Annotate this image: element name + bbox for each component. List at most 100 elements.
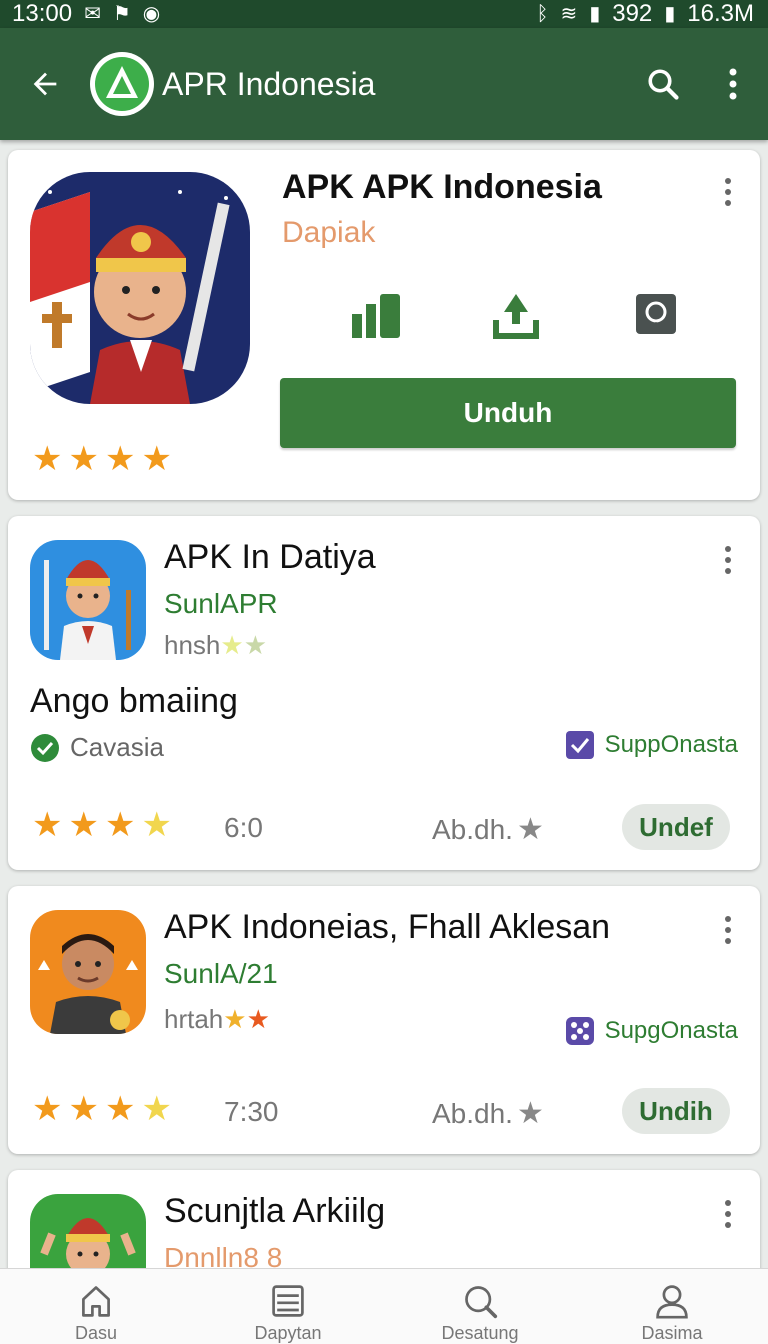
search-icon [648, 69, 679, 100]
featured-app-developer[interactable]: Dapiak [282, 216, 375, 250]
checkbox-icon [565, 731, 594, 759]
wifi-icon: ≋ [560, 3, 578, 25]
app-bar: APR Indonesia [0, 28, 768, 140]
app-action-button[interactable]: Undih [622, 1088, 730, 1134]
app-notification-icon: ◉ [142, 3, 161, 25]
featured-more-button[interactable] [720, 174, 736, 210]
featured-app-title: APK APK Indonesia [282, 168, 602, 206]
dice-icon [565, 1017, 594, 1045]
app-card[interactable]: APK In Datiya SunlAPR hnsh ★ ★ Ango bmaii… [8, 516, 760, 870]
star-icon: ★ [246, 1004, 270, 1034]
nav-label: Dasu [74, 1323, 118, 1343]
star-icon: ★ [220, 630, 244, 660]
install-button[interactable]: Unduh [280, 378, 736, 448]
app-card[interactable]: Scunjtla Arkiilg Dnnlln8 8 [8, 1170, 760, 1268]
app-icon [30, 910, 146, 1034]
search-icon [465, 1286, 498, 1319]
featured-app-card[interactable]: ★ ★ ★ ★ APK APK Indonesia Dapiak Unduh [8, 150, 760, 500]
star-icon: ★ [141, 440, 172, 478]
nav-item-home[interactable]: Dasu [0, 1269, 192, 1344]
star-icon: ★ [32, 806, 63, 844]
support-badge[interactable]: SupgOnasta [565, 1016, 738, 1046]
app-more-button[interactable] [720, 912, 736, 948]
app-size: Ab.dh. ★ [432, 1096, 544, 1131]
nav-label: Dasima [641, 1323, 703, 1343]
app-title: APR Indonesia [162, 65, 376, 102]
app-size-text: Ab.dh. [432, 813, 513, 845]
support-badge[interactable]: SuppOnasta [565, 730, 738, 760]
featured-rating-stars: ★ ★ ★ ★ [32, 442, 172, 476]
app-action-button[interactable]: Undef [622, 804, 730, 850]
featured-app-icon [30, 172, 250, 404]
app-rating-stars: ★ ★ ★ ★ [32, 1092, 172, 1126]
more-vert-icon [729, 68, 737, 100]
star-icon: ★ [68, 440, 99, 478]
app-meta: hnsh ★ ★ [164, 630, 267, 661]
app-meta-text: hrtah [164, 1004, 224, 1034]
status-time: 13:00 [12, 0, 73, 27]
star-icon: ★ [68, 806, 99, 844]
status-bar: 13:00 ✉ ⚑ ◉ ᛒ ≋ ▮ 392 ▮ 16.3M [0, 0, 768, 28]
support-badge-text: SuppOnasta [604, 731, 738, 758]
battery-level: 392 [612, 0, 653, 27]
star-icon: ★ [223, 1004, 247, 1034]
back-button[interactable] [0, 28, 90, 140]
app-more-button[interactable] [720, 542, 736, 578]
star-icon: ★ [141, 806, 172, 844]
profile-icon [656, 1285, 688, 1319]
app-size-text: Ab.dh. [432, 1097, 513, 1129]
app-meta: hrtah ★ ★ [164, 1004, 270, 1035]
nav-item-list[interactable]: Dapytan [192, 1269, 384, 1344]
message-icon: ✉ [84, 3, 101, 25]
app-list[interactable]: ★ ★ ★ ★ APK APK Indonesia Dapiak Unduh A… [0, 140, 768, 1268]
battery-icon: ▮ [664, 3, 676, 25]
back-arrow-icon [33, 72, 57, 96]
app-developer[interactable]: SunlA/21 [164, 958, 278, 990]
verified-label: Cavasia [30, 732, 164, 763]
app-subtitle: Ango bmaiing [30, 682, 238, 720]
check-circle-icon [31, 733, 59, 762]
chart-icon[interactable] [350, 292, 402, 340]
app-logo [90, 52, 154, 116]
app-title: APK Indoneias, Fhall Aklesan [164, 908, 611, 946]
nav-label: Desatung [441, 1323, 519, 1343]
star-icon: ★ [516, 813, 544, 846]
support-badge-text: SupgOnasta [604, 1017, 738, 1044]
app-title: APK In Datiya [164, 538, 376, 576]
app-meta-text: hnsh [164, 630, 221, 660]
star-icon: ★ [141, 1090, 172, 1128]
app-icon [30, 1194, 146, 1268]
data-usage: 16.3M [687, 0, 754, 27]
star-icon: ★ [68, 1090, 99, 1128]
star-icon: ★ [104, 440, 136, 478]
app-developer[interactable]: Dnnlln8 8 [164, 1242, 282, 1268]
app-more-button[interactable] [720, 1196, 736, 1232]
signal-icon: ▮ [589, 3, 601, 25]
nav-label: Dapytan [254, 1323, 322, 1343]
app-size: Ab.dh. ★ [432, 812, 544, 847]
app-card[interactable]: APK Indoneias, Fhall Aklesan SunlA/21 hr… [8, 886, 760, 1154]
nav-item-profile[interactable]: Dasima [576, 1269, 768, 1344]
star-icon: ★ [32, 440, 63, 478]
search-button[interactable] [628, 28, 698, 140]
app-count: 6:0 [224, 812, 263, 843]
screenshot-icon[interactable] [634, 292, 678, 336]
verified-text: Cavasia [70, 732, 164, 762]
app-rating-stars: ★ ★ ★ ★ [32, 808, 172, 842]
star-icon: ★ [104, 1090, 136, 1128]
star-icon: ★ [516, 1097, 544, 1130]
app-count: 7:30 [224, 1096, 279, 1127]
star-icon: ★ [104, 806, 136, 844]
nav-item-search[interactable]: Desatung [384, 1269, 576, 1344]
star-icon: ★ [243, 630, 268, 660]
bluetooth-icon: ᛒ [536, 3, 549, 25]
home-icon [82, 1286, 110, 1317]
download-tray-icon[interactable] [492, 292, 540, 340]
overflow-menu-button[interactable] [698, 28, 768, 140]
bottom-navigation: Dasu Dapytan Desatung Dasima [0, 1268, 768, 1344]
star-icon: ★ [32, 1090, 63, 1128]
app-icon [30, 540, 146, 660]
notification-icon: ⚑ [112, 3, 131, 25]
app-developer[interactable]: SunlAPR [164, 588, 278, 620]
list-icon [272, 1285, 304, 1317]
